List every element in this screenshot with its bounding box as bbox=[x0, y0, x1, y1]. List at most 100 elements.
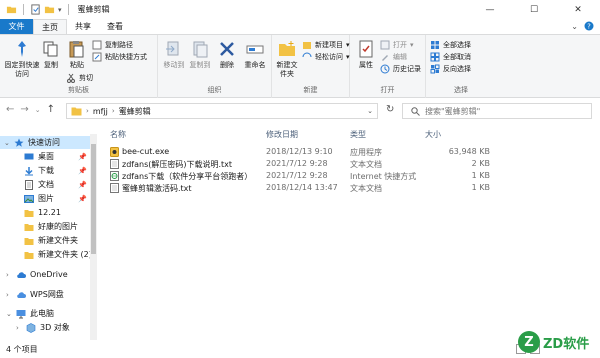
pin-to-quick-access-button[interactable]: 固定到快速访问 bbox=[4, 39, 40, 79]
back-arrow-icon[interactable]: ← bbox=[6, 104, 14, 115]
tab-home[interactable]: 主页 bbox=[33, 19, 67, 34]
nav-item-pictures[interactable]: 图片 📌 bbox=[0, 192, 90, 205]
open-button[interactable]: 打开 ▾ bbox=[380, 40, 414, 50]
scrollbar-thumb[interactable] bbox=[91, 144, 96, 254]
nav-item-this-pc[interactable]: ⌄ 此电脑 bbox=[0, 307, 54, 320]
nav-scrollbar[interactable] bbox=[90, 134, 97, 340]
copy-path-button[interactable]: 复制路径 bbox=[92, 40, 133, 50]
column-header-size[interactable]: 大小 bbox=[425, 127, 441, 141]
nav-item-wps-drive[interactable]: › WPS网盘 bbox=[0, 288, 64, 301]
recent-locations-chevron-icon[interactable]: ⌄ bbox=[35, 106, 41, 114]
column-header-type[interactable]: 类型 bbox=[350, 127, 366, 141]
expand-ribbon-chevron-icon[interactable]: ⌄ bbox=[571, 22, 578, 31]
nav-item-folder[interactable]: 12.21 bbox=[0, 206, 61, 219]
tab-file[interactable]: 文件 bbox=[0, 19, 33, 34]
copy-to-button[interactable]: 复制到 bbox=[188, 39, 212, 70]
maximize-button[interactable]: ☐ bbox=[512, 0, 556, 19]
properties-button[interactable]: 属性 bbox=[354, 39, 378, 70]
expand-chevron-icon[interactable]: › bbox=[6, 271, 12, 279]
folder-icon bbox=[24, 251, 34, 259]
pin-icon[interactable]: 📌 bbox=[78, 167, 87, 175]
nav-item-downloads[interactable]: 下载 📌 bbox=[0, 164, 90, 177]
delete-button[interactable]: 删除 bbox=[216, 39, 238, 70]
easy-access-icon bbox=[302, 52, 312, 58]
easy-access-button[interactable]: 轻松访问 ▾ bbox=[302, 52, 350, 62]
nav-item-folder[interactable]: 好康的图片 bbox=[0, 220, 78, 233]
nav-item-onedrive[interactable]: › OneDrive bbox=[0, 268, 68, 281]
pin-icon[interactable]: 📌 bbox=[78, 195, 87, 203]
scissors-icon bbox=[67, 73, 75, 83]
divider bbox=[67, 4, 69, 15]
move-to-button[interactable]: 移动到 bbox=[162, 39, 186, 70]
tab-share[interactable]: 共享 bbox=[67, 19, 99, 34]
expand-chevron-icon[interactable]: ⌄ bbox=[6, 310, 12, 318]
window-controls: — ☐ ✕ bbox=[468, 0, 600, 19]
cloud-drive-icon bbox=[17, 291, 26, 298]
pin-icon[interactable]: 📌 bbox=[78, 153, 87, 161]
new-item-label: 新建项目 bbox=[315, 41, 343, 49]
invert-selection-icon bbox=[430, 64, 440, 74]
tab-view[interactable]: 查看 bbox=[99, 19, 131, 34]
help-icon[interactable]: ? bbox=[584, 21, 594, 31]
address-row: ← → ⌄ ↑ › mfjj › 蜜蜂剪辑 ⌄ ↻ 搜索"蜜蜂剪辑" bbox=[0, 98, 600, 124]
txt-icon bbox=[110, 183, 119, 193]
invert-selection-button[interactable]: 反向选择 bbox=[430, 64, 471, 74]
nav-item-quick-access[interactable]: ⌄ 快速访问 bbox=[0, 136, 90, 149]
rename-button[interactable]: 重命名 bbox=[242, 39, 268, 70]
breadcrumb-chevron-icon[interactable]: › bbox=[86, 107, 89, 115]
file-row[interactable]: 蜜蜂剪辑激活码.txt 2018/12/14 13:47 文本文档 1 KB bbox=[108, 182, 498, 194]
invert-selection-label: 反向选择 bbox=[443, 65, 471, 73]
new-item-button[interactable]: 新建项目 ▾ bbox=[302, 40, 350, 50]
forward-arrow-icon[interactable]: → bbox=[20, 104, 28, 115]
breadcrumb-chevron-icon[interactable]: › bbox=[112, 107, 115, 115]
file-row[interactable]: bee-cut.exe 2018/12/13 9:10 应用程序 63,948 … bbox=[108, 146, 498, 158]
nav-item-label: 新建文件夹 (2) bbox=[38, 250, 92, 259]
select-none-label: 全部取消 bbox=[443, 53, 471, 61]
paste-label: 粘贴 bbox=[70, 61, 84, 69]
nav-item-folder[interactable]: 新建文件夹 bbox=[0, 234, 78, 247]
close-button[interactable]: ✕ bbox=[556, 0, 600, 19]
select-all-button[interactable]: 全部选择 bbox=[430, 40, 471, 50]
copy-button[interactable]: 复制 bbox=[40, 39, 62, 70]
breadcrumb-item[interactable]: mfjj bbox=[93, 107, 108, 116]
breadcrumb-item[interactable]: 蜜蜂剪辑 bbox=[119, 106, 151, 117]
expand-chevron-icon[interactable]: › bbox=[6, 291, 12, 299]
nav-item-label: 12.21 bbox=[38, 208, 61, 217]
file-row[interactable]: zdfans(解压密码)下载说明.txt 2021/7/12 9:28 文本文档… bbox=[108, 158, 498, 170]
paste-button[interactable]: 粘贴 bbox=[66, 39, 88, 70]
column-header-name[interactable]: 名称 bbox=[110, 127, 126, 141]
history-button[interactable]: 历史记录 bbox=[380, 64, 421, 74]
expand-chevron-icon[interactable]: ⌄ bbox=[4, 139, 10, 147]
column-header-modified[interactable]: 修改日期 bbox=[266, 127, 298, 141]
paste-shortcut-button[interactable]: 粘贴快捷方式 bbox=[92, 52, 147, 62]
file-row[interactable]: zdfans下载（软件分享平台领跑者） 2021/7/12 9:28 Inter… bbox=[108, 170, 498, 182]
customize-toolbar-chevron-icon[interactable]: ▾ bbox=[58, 6, 62, 14]
file-name: zdfans下载（软件分享平台领跑者） bbox=[122, 172, 253, 181]
open-group: 属性 打开 ▾ 编辑 历史记录 打开 bbox=[350, 35, 426, 98]
properties-icon bbox=[359, 40, 373, 58]
cut-button[interactable]: 剪切 bbox=[66, 73, 93, 83]
minimize-button[interactable]: — bbox=[468, 0, 512, 19]
pin-icon[interactable]: 📌 bbox=[78, 181, 87, 189]
move-to-label: 移动到 bbox=[163, 61, 185, 69]
expand-chevron-icon[interactable]: › bbox=[16, 324, 22, 332]
clipboard-group-label: 剪贴板 bbox=[68, 86, 89, 94]
new-folder-icon[interactable] bbox=[44, 4, 55, 15]
nav-item-documents[interactable]: 文档 📌 bbox=[0, 178, 90, 191]
search-box[interactable]: 搜索"蜜蜂剪辑" bbox=[402, 103, 592, 119]
nav-item-label: 下载 bbox=[38, 166, 54, 175]
search-placeholder: 搜索"蜜蜂剪辑" bbox=[425, 106, 481, 116]
refresh-icon[interactable]: ↻ bbox=[386, 104, 394, 115]
nav-item-label: 文档 bbox=[38, 180, 54, 189]
edit-button[interactable]: 编辑 bbox=[380, 52, 407, 62]
nav-item-3d-objects[interactable]: › 3D 对象 bbox=[0, 321, 70, 334]
select-none-button[interactable]: 全部取消 bbox=[430, 52, 471, 62]
properties-icon[interactable] bbox=[30, 4, 41, 15]
nav-item-folder[interactable]: 新建文件夹 (2) bbox=[0, 248, 92, 261]
new-folder-button[interactable]: 新建文件夹 bbox=[274, 39, 300, 79]
nav-item-label: 桌面 bbox=[38, 152, 54, 161]
address-bar[interactable]: › mfjj › 蜜蜂剪辑 ⌄ bbox=[66, 103, 378, 119]
address-dropdown-chevron-icon[interactable]: ⌄ bbox=[367, 107, 373, 115]
nav-item-desktop[interactable]: 桌面 📌 bbox=[0, 150, 90, 163]
up-arrow-icon[interactable]: ↑ bbox=[47, 104, 55, 115]
